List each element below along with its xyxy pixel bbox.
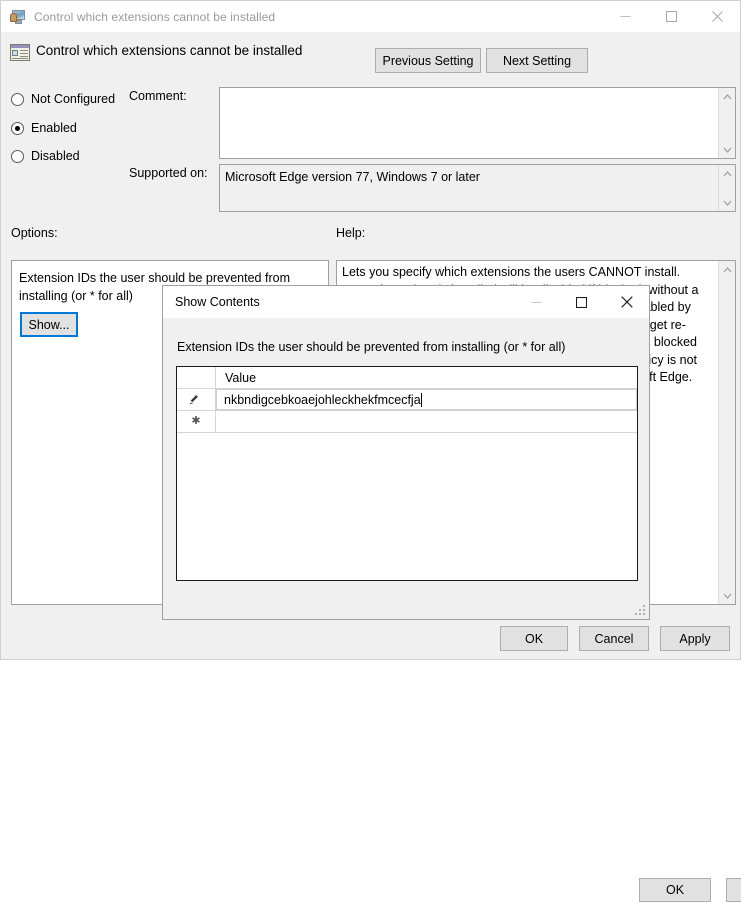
policy-monitor-user-icon (10, 9, 26, 25)
table-row[interactable]: nkbndigcebkoaejohleckhekfmcecfja (177, 389, 637, 411)
help-scrollbar[interactable] (718, 261, 735, 604)
supported-on-textarea: Microsoft Edge version 77, Windows 7 or … (219, 164, 736, 212)
resize-grip[interactable] (634, 604, 646, 616)
modal-window-controls (514, 286, 649, 318)
scroll-up-arrow-icon[interactable] (719, 88, 735, 105)
window-controls (602, 1, 740, 32)
scroll-down-arrow-icon[interactable] (719, 141, 735, 158)
comment-textarea[interactable] (219, 87, 736, 159)
radio-circle-icon (11, 149, 24, 163)
show-button[interactable]: Show... (20, 312, 78, 337)
grid-corner-cell (177, 367, 216, 388)
close-icon[interactable] (694, 1, 740, 32)
new-row-asterisk-icon: ✱ (177, 411, 216, 432)
modal-description: Extension IDs the user should be prevent… (177, 340, 566, 354)
modal-titlebar[interactable]: Show Contents (163, 286, 649, 318)
minimize-icon[interactable] (514, 286, 559, 318)
scroll-down-arrow-icon[interactable] (719, 194, 735, 211)
options-label: Options: (11, 226, 58, 240)
show-contents-dialog: Show Contents Extension IDs the user sho… (162, 285, 741, 902)
window-titlebar[interactable]: Control which extensions cannot be insta… (1, 1, 740, 32)
radio-circle-selected-icon (11, 121, 24, 135)
comment-label: Comment: (129, 89, 187, 103)
radio-enabled[interactable]: Enabled (11, 121, 77, 135)
supported-on-scrollbar[interactable] (718, 165, 735, 211)
scroll-down-arrow-icon[interactable] (719, 587, 735, 604)
minimize-icon[interactable] (602, 1, 648, 32)
help-label: Help: (336, 226, 366, 240)
scroll-up-arrow-icon[interactable] (719, 165, 735, 182)
modal-ok-button[interactable]: OK (639, 878, 711, 902)
previous-setting-button[interactable]: Previous Setting (375, 48, 481, 73)
comment-scrollbar[interactable] (718, 88, 735, 158)
grid-column-header-value[interactable]: Value (216, 367, 637, 388)
scroll-up-arrow-icon[interactable] (719, 261, 735, 278)
table-cell-value-empty[interactable] (216, 411, 637, 432)
close-icon[interactable] (604, 286, 649, 318)
page-title: Control which extensions cannot be insta… (36, 43, 303, 58)
maximize-icon[interactable] (559, 286, 604, 318)
edit-pencil-icon (177, 389, 216, 410)
maximize-icon[interactable] (648, 1, 694, 32)
supported-on-value: Microsoft Edge version 77, Windows 7 or … (225, 170, 480, 184)
policy-setting-window: Control which extensions cannot be insta… (0, 0, 741, 902)
supported-on-label: Supported on: (129, 166, 208, 180)
radio-enabled-label: Enabled (31, 121, 77, 135)
values-grid[interactable]: Value nkbndigcebkoaejohleckhekfmcecfja ✱ (176, 366, 638, 581)
radio-not-configured[interactable]: Not Configured (11, 92, 115, 106)
ok-button[interactable]: OK (500, 626, 568, 651)
apply-button[interactable]: Apply (660, 626, 730, 651)
window-title: Control which extensions cannot be insta… (34, 9, 276, 24)
grid-header-row: Value (177, 367, 637, 389)
radio-circle-icon (11, 92, 24, 106)
table-row-new[interactable]: ✱ (177, 411, 637, 433)
modal-title: Show Contents (175, 295, 260, 309)
radio-disabled[interactable]: Disabled (11, 149, 80, 163)
radio-not-configured-label: Not Configured (31, 92, 116, 106)
cell-text: nkbndigcebkoaejohleckhekfmcecfja (224, 392, 421, 407)
radio-disabled-label: Disabled (31, 149, 80, 163)
text-caret (420, 392, 422, 407)
policy-setting-icon (10, 42, 30, 62)
modal-cancel-button[interactable]: Cancel (726, 878, 741, 902)
cancel-button[interactable]: Cancel (579, 626, 649, 651)
next-setting-button[interactable]: Next Setting (486, 48, 588, 73)
table-cell-value[interactable]: nkbndigcebkoaejohleckhekfmcecfja (216, 389, 637, 410)
